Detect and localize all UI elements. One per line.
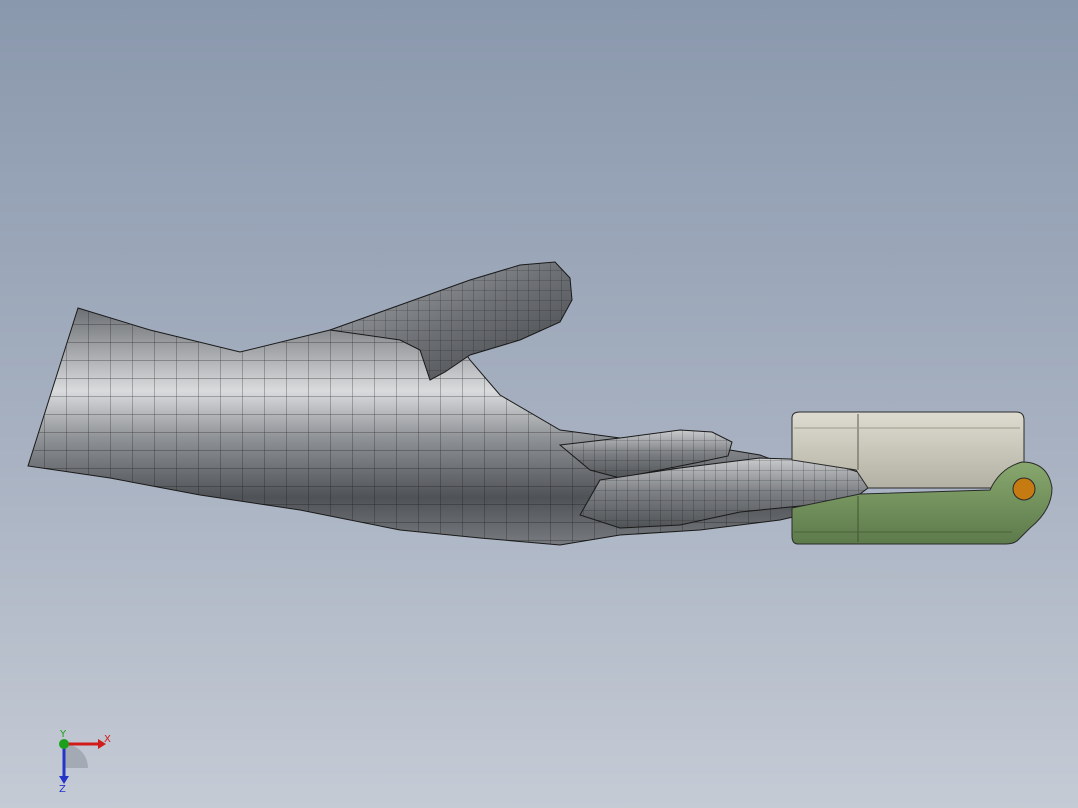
y-axis-label: Y [59,729,67,740]
model-view[interactable] [0,0,1078,808]
graphics-viewport[interactable]: X Y Z [0,0,1078,808]
z-axis-label: Z [59,784,66,792]
y-axis-dot [59,739,69,749]
x-axis-label: X [104,734,111,745]
reference-triad[interactable]: X Y Z [48,728,118,792]
hand-model[interactable] [27,261,869,546]
hinge-pin[interactable] [1012,477,1036,501]
